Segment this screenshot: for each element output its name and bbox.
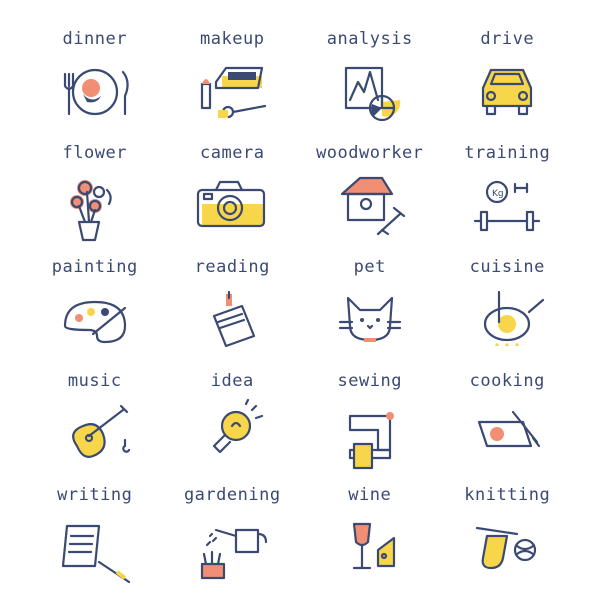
knitting-icon	[457, 510, 557, 590]
label-music: music	[67, 371, 122, 391]
tile-writing: writing	[26, 478, 164, 592]
tile-idea: idea	[164, 364, 302, 478]
tile-music: music	[26, 364, 164, 478]
label-sewing: sewing	[337, 371, 402, 391]
gardening-icon	[182, 510, 282, 590]
tile-sewing: sewing	[301, 364, 439, 478]
label-reading: reading	[194, 257, 270, 277]
label-dinner: dinner	[62, 29, 127, 49]
label-wine: wine	[348, 485, 392, 505]
pet-icon	[320, 282, 420, 362]
woodworker-icon	[320, 168, 420, 248]
tile-pet: pet	[301, 250, 439, 364]
dinner-icon	[45, 54, 145, 134]
flower-icon	[45, 168, 145, 248]
makeup-icon	[182, 54, 282, 134]
label-cooking: cooking	[469, 371, 545, 391]
idea-icon	[182, 396, 282, 476]
label-cuisine: cuisine	[469, 257, 545, 277]
tile-flower: flower	[26, 136, 164, 250]
wine-icon	[320, 510, 420, 590]
label-gardening: gardening	[183, 485, 281, 505]
tile-wine: wine	[301, 478, 439, 592]
tile-woodworker: woodworker	[301, 136, 439, 250]
music-icon	[45, 396, 145, 476]
cuisine-icon	[457, 282, 557, 362]
tile-makeup: makeup	[164, 22, 302, 136]
tile-knitting: knitting	[439, 478, 577, 592]
tile-reading: reading	[164, 250, 302, 364]
label-makeup: makeup	[200, 29, 265, 49]
label-writing: writing	[57, 485, 133, 505]
reading-icon	[182, 282, 282, 362]
tile-drive: drive	[439, 22, 577, 136]
drive-icon	[457, 54, 557, 134]
label-analysis: analysis	[326, 29, 413, 49]
label-idea: idea	[210, 371, 254, 391]
tile-cuisine: cuisine	[439, 250, 577, 364]
camera-icon	[182, 168, 282, 248]
training-icon: Kg	[457, 168, 557, 248]
tile-camera: camera	[164, 136, 302, 250]
tile-training: training Kg	[439, 136, 577, 250]
cooking-icon	[457, 396, 557, 476]
tile-dinner: dinner	[26, 22, 164, 136]
label-camera: camera	[200, 143, 265, 163]
svg-text:Kg: Kg	[492, 189, 504, 199]
tile-analysis: analysis	[301, 22, 439, 136]
tile-cooking: cooking	[439, 364, 577, 478]
label-flower: flower	[62, 143, 127, 163]
writing-icon	[45, 510, 145, 590]
sewing-icon	[320, 396, 420, 476]
label-knitting: knitting	[464, 485, 551, 505]
analysis-icon	[320, 54, 420, 134]
tile-gardening: gardening	[164, 478, 302, 592]
label-drive: drive	[480, 29, 535, 49]
tile-painting: painting	[26, 250, 164, 364]
label-pet: pet	[353, 257, 386, 277]
label-painting: painting	[51, 257, 138, 277]
painting-icon	[45, 282, 145, 362]
label-woodworker: woodworker	[316, 143, 424, 163]
label-training: training	[464, 143, 551, 163]
icon-grid: dinner makeup analysis drive flower came…	[26, 22, 576, 592]
